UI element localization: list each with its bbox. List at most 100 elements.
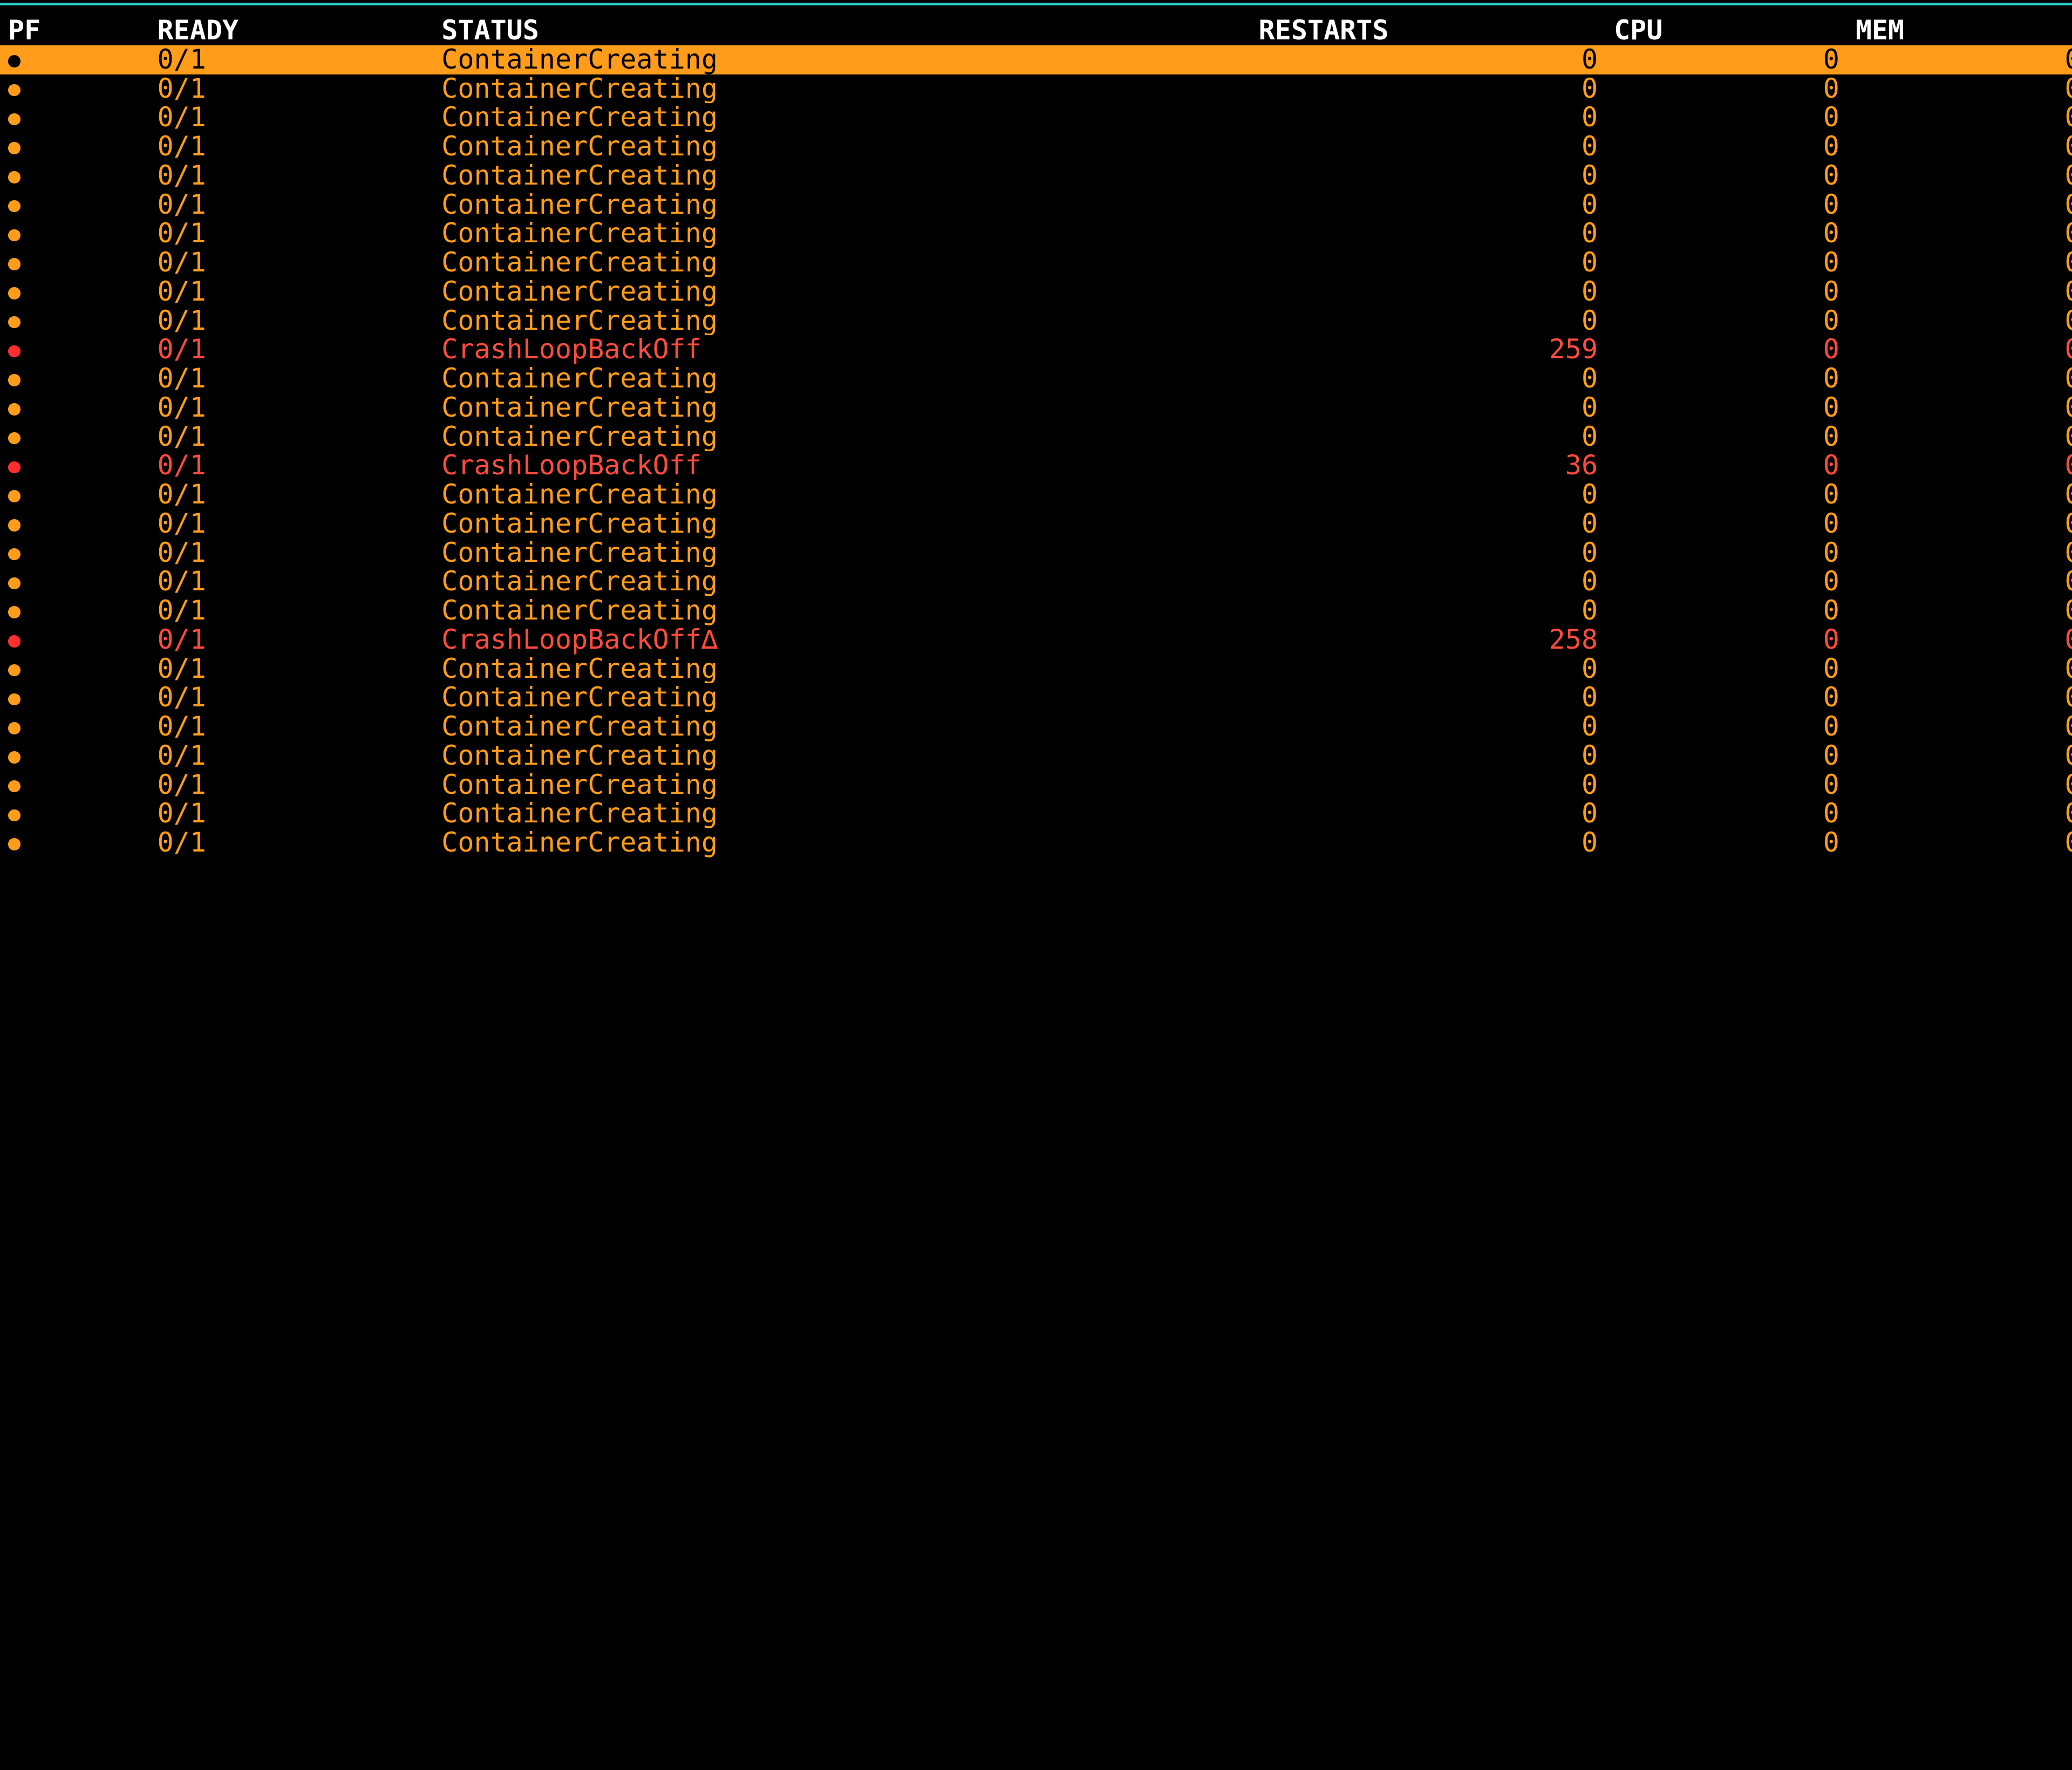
cell-restarts: 0 (1251, 393, 1606, 423)
cell-ready: 0/1 (149, 655, 434, 684)
cell-mem: 0 (1848, 74, 2072, 104)
cell-pf (0, 45, 149, 74)
status-dot-icon (8, 693, 21, 706)
cell-pf (0, 539, 149, 568)
table-row[interactable]: 0/1ContainerCreating0000n/a0n/an/a.inter… (0, 190, 2072, 220)
pods-panel: Pods(branch-jc-4171-test-graph)[25] PF R… (0, 3, 2072, 857)
table-row[interactable]: 0/1ContainerCreating0000n/a0n/an/a.inter… (0, 132, 2072, 161)
cell-mem: 0 (1848, 248, 2072, 277)
cell-pf (0, 451, 149, 480)
cell-status: ContainerCreating (433, 132, 1250, 161)
table-row[interactable]: 0/1ContainerCreating0000n/a0n/an/a.inter… (0, 277, 2072, 307)
table-row[interactable]: 0/1ContainerCreating0000n/a0n/an/a.inter… (0, 567, 2072, 596)
table-row[interactable]: 0/1ContainerCreating0000n/a0n/an/a.inter… (0, 307, 2072, 336)
table-row[interactable]: 0/1ContainerCreating0000n/a0n/an/a.inter… (0, 799, 2072, 828)
cell-pf (0, 683, 149, 712)
cell-pf (0, 509, 149, 539)
cell-ready: 0/1 (149, 277, 434, 307)
cell-mem: 0 (1848, 45, 2072, 74)
table-row[interactable]: 0/1ContainerCreating0000n/a0n/an/a.inter… (0, 103, 2072, 132)
cell-cpu: 0 (1606, 364, 1848, 393)
table-row[interactable]: 0/1ContainerCreating0000n/a0n/an/a.inter… (0, 45, 2072, 74)
pods-table[interactable]: PF READY STATUS RESTARTS CPU MEM %CPU/R … (0, 16, 2072, 857)
cell-ready: 0/1 (149, 103, 434, 132)
table-row[interactable]: 0/1ContainerCreating0000n/a0n/an/a.inter… (0, 771, 2072, 800)
table-row[interactable]: 0/1ContainerCreating0000n/a0n/an/a.inter… (0, 74, 2072, 104)
cell-pf (0, 307, 149, 336)
cell-restarts: 0 (1251, 277, 1606, 307)
table-row[interactable]: 0/1ContainerCreating0000n/a0n/an/a.inter… (0, 683, 2072, 712)
cell-pf (0, 335, 149, 364)
col-cpu[interactable]: CPU (1606, 16, 1848, 45)
cell-cpu: 0 (1606, 567, 1848, 596)
table-row[interactable]: 0/1ContainerCreating0000n/a0n/an/a.inter… (0, 248, 2072, 277)
cell-cpu: 0 (1606, 741, 1848, 771)
status-dot-icon (8, 635, 21, 648)
cell-cpu: 0 (1606, 423, 1848, 452)
cell-status: ContainerCreating (433, 480, 1250, 509)
table-row[interactable]: 0/1CrashLoopBackOff∆258000n/a0n/ainterna… (0, 625, 2072, 655)
status-dot-icon (8, 316, 21, 329)
table-row[interactable]: 0/1ContainerCreating0000n/a0n/an/a.inter… (0, 393, 2072, 423)
status-dot-icon (8, 780, 21, 793)
table-row[interactable]: 0/1ContainerCreating0000n/a0n/an/a.inter… (0, 509, 2072, 539)
table-row[interactable]: 0/1ContainerCreating0000n/a0n/an/a.inter… (0, 741, 2072, 771)
cell-ready: 0/1 (149, 741, 434, 771)
cell-ready: 0/1 (149, 393, 434, 423)
cell-mem: 0 (1848, 655, 2072, 684)
cell-status: ContainerCreating (433, 741, 1250, 771)
cell-cpu: 0 (1606, 335, 1848, 364)
table-row[interactable]: 0/1ContainerCreating0000n/a0n/an/a.inter… (0, 655, 2072, 684)
cell-ready: 0/1 (149, 161, 434, 190)
table-row[interactable]: 0/1ContainerCreating0000n/a0n/an/a.inter… (0, 712, 2072, 741)
cell-pf (0, 248, 149, 277)
cell-ready: 0/1 (149, 683, 434, 712)
col-ready[interactable]: READY (149, 16, 434, 45)
status-dot-icon (8, 664, 21, 677)
table-row[interactable]: 0/1ContainerCreating0000n/a0n/an/a.inter… (0, 596, 2072, 625)
table-row[interactable]: 0/1ContainerCreating0000n/a0n/an/a.inter… (0, 480, 2072, 509)
table-row[interactable]: 0/1ContainerCreating0000n/a0n/an/a.inter… (0, 364, 2072, 393)
cell-restarts: 0 (1251, 683, 1606, 712)
table-row[interactable]: 0/1ContainerCreating0000n/a0n/an/a.inter… (0, 423, 2072, 452)
table-row[interactable]: 0/1ContainerCreating0000n/a0n/an/a.inter… (0, 539, 2072, 568)
cell-restarts: 0 (1251, 480, 1606, 509)
col-restarts[interactable]: RESTARTS (1251, 16, 1606, 45)
cell-status: ContainerCreating (433, 277, 1250, 307)
cell-mem: 0 (1848, 799, 2072, 828)
cell-mem: 0 (1848, 567, 2072, 596)
cell-pf (0, 190, 149, 220)
cell-ready: 0/1 (149, 799, 434, 828)
cell-status: CrashLoopBackOff∆ (433, 625, 1250, 655)
cell-cpu: 0 (1606, 248, 1848, 277)
status-dot-icon (8, 287, 21, 299)
cell-cpu: 0 (1606, 307, 1848, 336)
table-row[interactable]: 0/1CrashLoopBackOff36000n/a0n/a.internal… (0, 451, 2072, 480)
table-row[interactable]: 0/1ContainerCreating0000n/a0n/an/a.inter… (0, 828, 2072, 857)
col-mem[interactable]: MEM (1848, 16, 2072, 45)
cell-ready: 0/1 (149, 190, 434, 220)
cell-ready: 0/1 (149, 132, 434, 161)
cell-restarts: 0 (1251, 103, 1606, 132)
cell-mem: 0 (1848, 307, 2072, 336)
cell-ready: 0/1 (149, 364, 434, 393)
cell-cpu: 0 (1606, 683, 1848, 712)
table-row[interactable]: 0/1ContainerCreating0000n/a0n/an/a.inter… (0, 219, 2072, 248)
table-row[interactable]: 0/1ContainerCreating0000n/a0n/an/a.inter… (0, 161, 2072, 190)
cell-mem: 0 (1848, 828, 2072, 857)
cell-mem: 0 (1848, 132, 2072, 161)
cell-restarts: 0 (1251, 423, 1606, 452)
cell-mem: 0 (1848, 741, 2072, 771)
col-status[interactable]: STATUS (433, 16, 1250, 45)
status-dot-icon (8, 606, 21, 618)
cell-restarts: 0 (1251, 567, 1606, 596)
cell-ready: 0/1 (149, 567, 434, 596)
cell-status: ContainerCreating (433, 364, 1250, 393)
table-header-row: PF READY STATUS RESTARTS CPU MEM %CPU/R … (0, 16, 2072, 45)
table-row[interactable]: 0/1CrashLoopBackOff259000n/a0n/a .... ..… (0, 335, 2072, 364)
cell-ready: 0/1 (149, 219, 434, 248)
cell-cpu: 0 (1606, 132, 1848, 161)
status-dot-icon (8, 171, 21, 183)
cell-pf (0, 655, 149, 684)
col-pf[interactable]: PF (0, 16, 149, 45)
